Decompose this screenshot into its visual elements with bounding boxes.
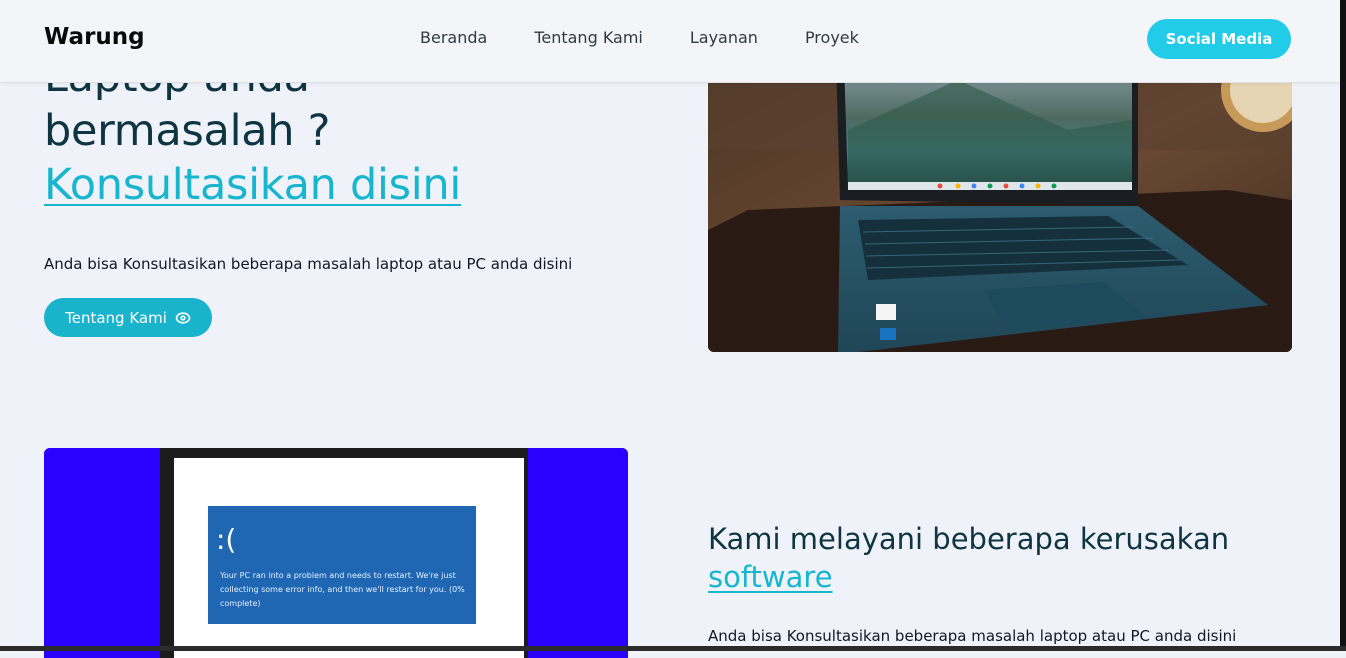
bsod-message-line3: complete) (220, 599, 261, 608)
nav-link-beranda[interactable]: Beranda (420, 28, 487, 47)
nav-link-layanan[interactable]: Layanan (690, 28, 758, 47)
nav-link-proyek[interactable]: Proyek (805, 28, 859, 47)
bsod-message-line1: Your PC ran into a problem and needs to … (220, 571, 456, 580)
nav-link-tentang-kami[interactable]: Tentang Kami (534, 28, 643, 47)
bsod-face: :( (216, 523, 237, 556)
hero-title-line2: bermasalah ? (44, 106, 331, 156)
bsod-photo: :( Your PC ran into a problem and needs … (44, 448, 628, 658)
laptop-photo (708, 60, 1292, 352)
about-us-button-label: Tentang Kami (65, 308, 167, 327)
social-media-button[interactable]: Social Media (1147, 19, 1291, 59)
window-edge (1340, 0, 1346, 651)
services-title: Kami melayani beberapa kerusakan softwar… (708, 520, 1229, 596)
about-us-button[interactable]: Tentang Kami (44, 298, 212, 337)
navbar: Warung Beranda Tentang Kami Layanan Proy… (0, 0, 1346, 83)
taskbar-edge (0, 646, 1346, 651)
services-description: Anda bisa Konsultasikan beberapa masalah… (708, 627, 1237, 645)
bsod-message: Your PC ran into a problem and needs to … (220, 569, 480, 611)
services-title-link[interactable]: software (708, 558, 1229, 596)
nav-links: Beranda Tentang Kami Layanan Proyek (420, 28, 906, 47)
services-title-line1: Kami melayani beberapa kerusakan (708, 522, 1230, 556)
hero-description: Anda bisa Konsultasikan beberapa masalah… (44, 255, 573, 273)
brand-logo[interactable]: Warung (44, 24, 145, 50)
hero-title-link[interactable]: Konsultasikan disini (44, 158, 461, 212)
eye-icon (175, 310, 191, 326)
bsod-message-line2: collecting some error info, and then we'… (220, 585, 465, 594)
